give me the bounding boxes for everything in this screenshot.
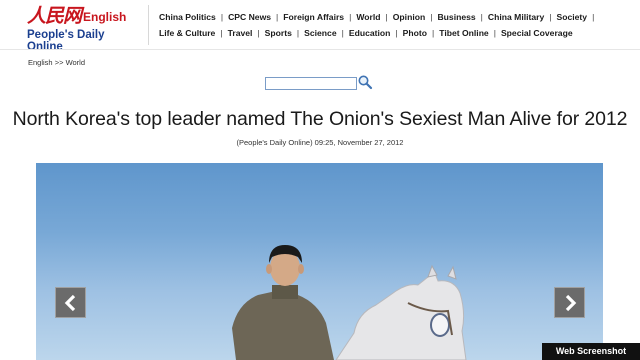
article-title: North Korea's top leader named The Onion…	[12, 108, 628, 130]
breadcrumb-separator: >>	[54, 58, 64, 67]
nav-separator: |	[430, 12, 433, 22]
nav-society[interactable]: Society	[557, 12, 588, 22]
nav-china-politics[interactable]: China Politics	[159, 12, 216, 22]
nav-china-military[interactable]: China Military	[488, 12, 544, 22]
nav-separator: |	[220, 12, 224, 22]
web-screenshot-label: Web Screenshot	[542, 343, 640, 360]
logo-chinese: 人民网	[27, 5, 82, 27]
breadcrumb-current[interactable]: World	[66, 58, 85, 67]
nav-separator: |	[257, 28, 260, 38]
nav-business[interactable]: Business	[437, 12, 475, 22]
nav-separator: |	[341, 28, 344, 38]
nav-life-culture[interactable]: Life & Culture	[159, 28, 215, 38]
nav-tibet-online[interactable]: Tibet Online	[439, 28, 489, 38]
nav-opinion[interactable]: Opinion	[393, 12, 425, 22]
nav-separator: |	[349, 12, 352, 22]
nav-photo[interactable]: Photo	[403, 28, 427, 38]
nav-world[interactable]: World	[356, 12, 380, 22]
nav-separator: |	[480, 12, 483, 22]
nav-travel[interactable]: Travel	[228, 28, 253, 38]
logo-english: English	[83, 10, 127, 24]
chevron-right-icon	[565, 294, 577, 312]
nav-separator: |	[493, 28, 496, 38]
nav-science[interactable]: Science	[304, 28, 337, 38]
nav-cpc-news[interactable]: CPC News	[228, 12, 271, 22]
chevron-left-icon	[64, 294, 76, 312]
nav-separator: |	[296, 28, 300, 38]
search-icon[interactable]	[357, 74, 373, 90]
nav-separator: |	[431, 28, 435, 38]
nav-sports[interactable]: Sports	[265, 28, 292, 38]
prev-photo-button[interactable]	[55, 287, 86, 318]
nav-separator: |	[385, 12, 388, 22]
nav-education[interactable]: Education	[349, 28, 391, 38]
nav-separator: |	[395, 28, 398, 38]
article-meta: (People's Daily Online) 09:25, November …	[0, 138, 640, 147]
site-header: 人民网 English People's Daily Online China …	[0, 0, 640, 53]
nav-separator: |	[276, 12, 279, 22]
nav-separator: |	[220, 28, 223, 38]
article-source: (People's Daily Online)	[236, 138, 313, 147]
article-photo	[36, 163, 603, 360]
breadcrumb-home[interactable]: English	[28, 58, 53, 67]
nav-row-1: China Politics | CPC News | Foreign Affa…	[159, 9, 599, 25]
header-divider	[0, 49, 640, 50]
search-input[interactable]	[265, 77, 357, 90]
nav-row-2: Life & Culture | Travel | Sports | Scien…	[159, 25, 573, 41]
photo-illustration	[232, 245, 467, 360]
nav-foreign-affairs[interactable]: Foreign Affairs	[283, 12, 344, 22]
main-nav: China Politics | CPC News | Foreign Affa…	[148, 5, 594, 45]
breadcrumb: English >> World	[28, 58, 85, 67]
nav-separator: |	[592, 12, 595, 22]
article-datetime: 09:25, November 27, 2012	[314, 138, 404, 147]
nav-special-coverage[interactable]: Special Coverage	[501, 28, 573, 38]
site-logo[interactable]: 人民网 English People's Daily Online	[27, 5, 131, 53]
next-photo-button[interactable]	[554, 287, 585, 318]
nav-separator: |	[549, 12, 552, 22]
